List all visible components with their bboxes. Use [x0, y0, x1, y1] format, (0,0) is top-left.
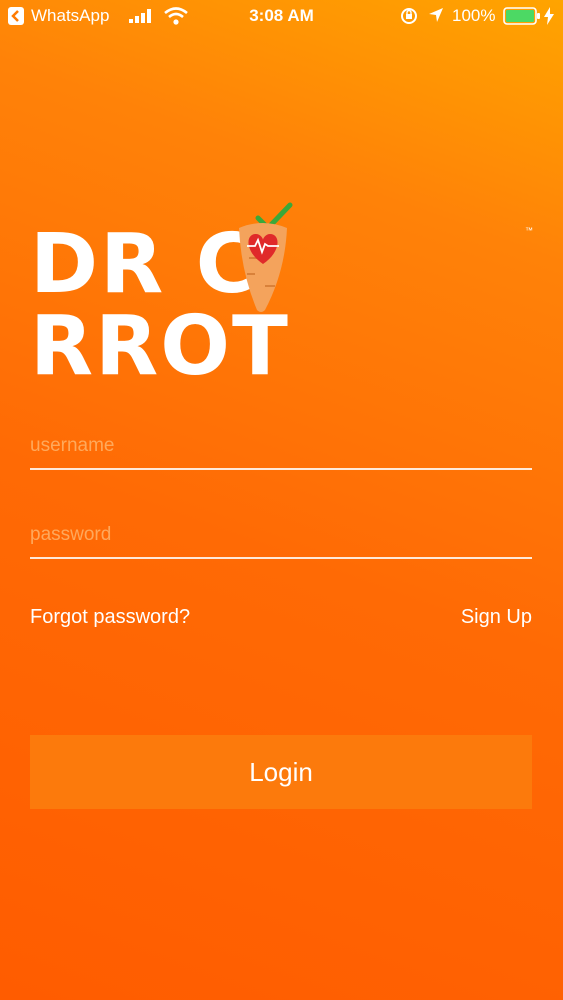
sign-up-link[interactable]: Sign Up [461, 606, 532, 629]
trademark-symbol: ™ [525, 226, 533, 235]
dr-carrot-logo: DR CRROT ™ [30, 196, 535, 388]
password-field [30, 517, 532, 559]
login-screen: WhatsApp 3:08 AM 100% DR CRROT ™ usernam… [0, 0, 563, 1000]
orientation-lock-icon [401, 8, 417, 24]
charging-bolt-icon [544, 7, 554, 25]
password-input[interactable] [30, 517, 532, 553]
logo-text-left: DR C [30, 217, 258, 312]
username-input[interactable] [30, 428, 532, 464]
username-field [30, 428, 532, 470]
forgot-password-link[interactable]: Forgot password? [30, 606, 190, 629]
status-bar: WhatsApp 3:08 AM 100% [0, 0, 563, 32]
carrot-heart-icon [239, 223, 287, 312]
battery-icon [503, 7, 540, 25]
login-button[interactable]: Login [30, 735, 532, 809]
battery-percentage: 100% [452, 6, 496, 25]
location-arrow-icon [429, 8, 443, 22]
